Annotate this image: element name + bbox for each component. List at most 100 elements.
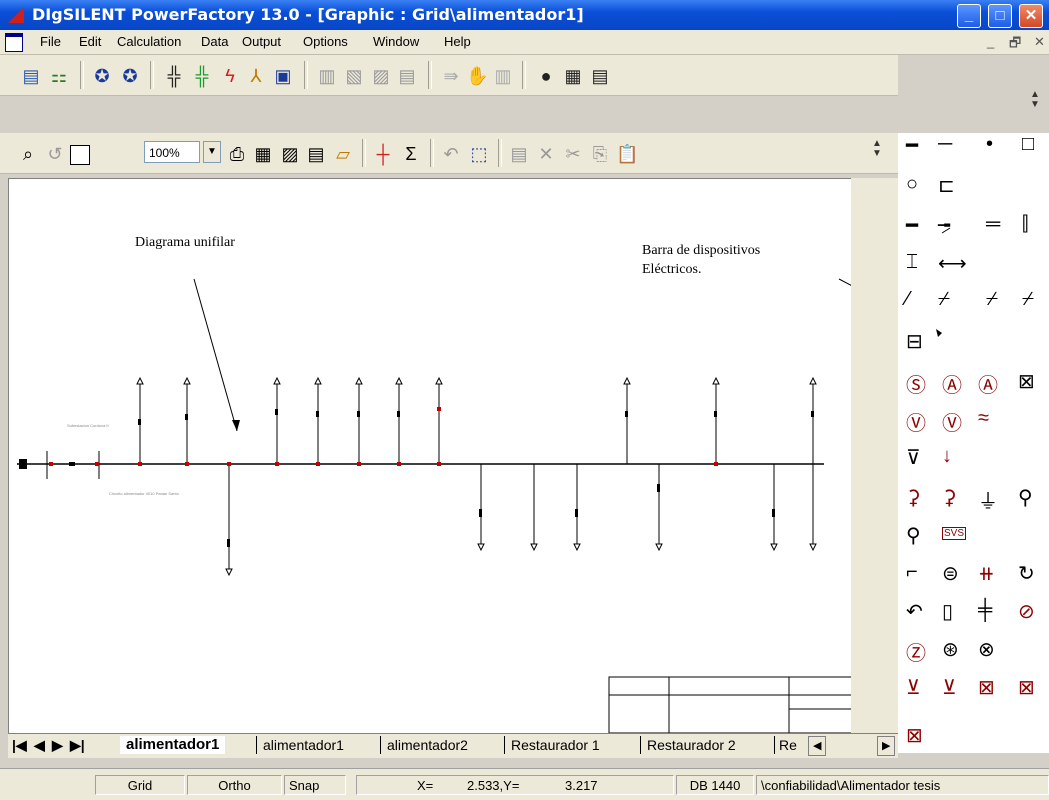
busbar-thin-icon[interactable]: ─ — [938, 133, 952, 156]
tap-changer-icon[interactable]: ↶ — [906, 599, 923, 624]
toolbar-scroll-icon[interactable]: ▲ ▼ — [1030, 90, 1040, 110]
tab-alimentador1[interactable]: alimentador1 — [256, 736, 350, 754]
toolbar-scroll-icon[interactable]: ▲ ▼ — [872, 139, 882, 159]
load-icon[interactable]: ⊽ — [906, 445, 921, 470]
maximize-button[interactable]: □ — [988, 4, 1012, 28]
status-snap[interactable]: Snap — [284, 775, 346, 795]
reactor-icon[interactable]: ⌐ — [906, 561, 918, 584]
tab-next-icon[interactable]: ▶ — [52, 736, 63, 754]
filter-icon[interactable]: ⚲ — [1018, 485, 1033, 510]
paste-icon[interactable]: 📋 — [616, 143, 638, 165]
mdi-minimize-icon[interactable]: _ — [987, 34, 994, 49]
tab-restaurador-1[interactable]: Restaurador 1 — [504, 736, 606, 754]
zoom-back-icon[interactable]: ↺ — [44, 143, 66, 165]
capacitor-icon[interactable]: ▯ — [942, 599, 953, 624]
breaker-busbar-icon[interactable]: ╼ — [938, 213, 950, 238]
harmonics-icon[interactable]: ╬ — [191, 65, 213, 87]
table-icon[interactable]: ▦ — [562, 65, 584, 87]
busbar-thick-icon[interactable]: ━ — [906, 133, 918, 158]
topology-icon[interactable]: ⅄ — [245, 65, 267, 87]
zoom-icon[interactable]: ⌕ — [17, 143, 39, 165]
menu-file[interactable]: File — [40, 34, 61, 49]
fault-icon[interactable]: ϟ — [219, 65, 241, 87]
close-button[interactable]: ✕ — [1019, 4, 1043, 28]
mdi-restore-icon[interactable]: 🗗 — [1009, 34, 1021, 56]
pause-icon[interactable]: ▥ — [492, 65, 514, 87]
insert-node-icon[interactable]: ┼ — [372, 143, 394, 165]
new-graphic-icon[interactable]: ▨ — [279, 143, 301, 165]
menu-edit[interactable]: Edit — [79, 34, 101, 49]
menu-help[interactable]: Help — [444, 34, 471, 49]
parallel-busbar-icon[interactable]: ═ — [986, 213, 1000, 236]
status-ortho[interactable]: Ortho — [187, 775, 282, 795]
menu-calculation[interactable]: Calculation — [117, 34, 181, 49]
terminal-icon[interactable]: • — [986, 133, 993, 156]
load-flow-icon[interactable]: ✪ — [91, 65, 113, 87]
menu-output[interactable]: Output — [242, 34, 281, 49]
motor-load-icon[interactable]: ↓ — [942, 445, 952, 468]
stop-hand-icon[interactable]: ✋ — [466, 65, 488, 87]
rectangle-icon[interactable]: □ — [1022, 133, 1034, 156]
three-winding-icon[interactable]: ⊛ — [942, 637, 959, 662]
circle-icon[interactable]: ○ — [906, 173, 918, 196]
dc-valve-icon[interactable]: ⊠ — [906, 723, 923, 748]
menu-options[interactable]: Options — [303, 34, 348, 49]
rectifier-icon[interactable]: ⊻ — [906, 675, 921, 700]
fuse-icon[interactable]: ⊟ — [906, 329, 923, 354]
tab-re[interactable]: Re — [774, 736, 801, 754]
menu-data[interactable]: Data — [201, 34, 228, 49]
dc-converter-icon[interactable]: ⊠ — [1018, 675, 1035, 700]
tab-last-icon[interactable]: ▶| — [70, 736, 85, 754]
delete-icon[interactable]: ✕ — [535, 143, 557, 165]
open-folder-icon[interactable]: ▱ — [332, 143, 354, 165]
tab-restaurador-2[interactable]: Restaurador 2 — [640, 736, 742, 754]
transformer-icon[interactable]: ⊜ — [942, 561, 959, 586]
edit-variables-icon[interactable]: ⚏ — [48, 65, 70, 87]
scroll-left-icon[interactable]: ◀ — [808, 736, 827, 756]
step-icon[interactable]: ⇛ — [440, 65, 462, 87]
print-icon[interactable]: ⎙ — [226, 143, 248, 165]
booster-icon[interactable]: ⊗ — [978, 637, 995, 662]
tab-alimentador1-active[interactable]: alimentador1 — [120, 736, 226, 754]
voltage-source-icon[interactable]: Ⓥ — [906, 407, 926, 436]
stability-icon[interactable]: ▥ — [316, 65, 338, 87]
minimize-button[interactable]: _ — [957, 4, 981, 28]
sum-icon[interactable]: Σ — [400, 143, 422, 165]
menu-window[interactable]: Window — [373, 34, 419, 49]
edit-data-icon[interactable]: ▤ — [508, 143, 530, 165]
undo-icon[interactable]: ↶ — [440, 143, 462, 165]
cut-icon[interactable]: ✂ — [562, 143, 584, 165]
series-reactor-icon[interactable]: ↻ — [1018, 561, 1035, 586]
coupling-icon[interactable]: ╪ — [978, 599, 992, 622]
switch-fuse-icon[interactable]: ⌿ — [1022, 288, 1034, 311]
short-circuit-icon[interactable]: ✪ — [119, 65, 141, 87]
mdi-close-icon[interactable]: ✕ — [1034, 34, 1045, 50]
shunt-icon[interactable]: ⚳ — [906, 485, 921, 510]
page-icon[interactable] — [70, 145, 90, 165]
doubly-fed-machine-icon[interactable]: Ⓐ — [978, 369, 998, 398]
synchronous-machine-icon[interactable]: Ⓢ — [906, 369, 926, 398]
document-icon[interactable] — [5, 33, 23, 52]
chevron-down-icon[interactable]: ▼ — [203, 141, 221, 163]
network-reduction-icon[interactable]: ╬ — [163, 65, 185, 87]
section-icon[interactable]: ⌶ — [906, 251, 918, 274]
document-copy-icon[interactable]: ▤ — [396, 65, 418, 87]
asynchronous-machine-icon[interactable]: Ⓐ — [942, 369, 962, 398]
line-connector-icon[interactable]: ⟷ — [938, 251, 967, 276]
plot-icon[interactable]: ▨ — [370, 65, 392, 87]
tab-prev-icon[interactable]: ◀ — [34, 736, 45, 754]
switch-icon[interactable]: ⁄ — [906, 288, 909, 311]
svs-machine-icon[interactable]: ⚲ — [906, 523, 921, 548]
report-icon[interactable]: ▣ — [272, 65, 294, 87]
double-busbar-icon[interactable]: ━ — [906, 213, 918, 238]
shunt-filter-icon[interactable]: ⚳ — [942, 485, 957, 510]
current-source-icon[interactable]: Ⓥ — [942, 407, 962, 436]
tab-alimentador2[interactable]: alimentador2 — [380, 736, 474, 754]
phase-shifter-icon[interactable]: ⊘ — [1018, 599, 1035, 624]
status-grid[interactable]: Grid — [95, 775, 185, 795]
pwm-converter-icon[interactable]: ⊠ — [978, 675, 995, 700]
switch-load-icon[interactable]: ⌿ — [986, 288, 998, 311]
coupler-icon[interactable]: ⫿ — [1022, 213, 1028, 236]
output-window-icon[interactable]: ▤ — [589, 65, 611, 87]
select-all-icon[interactable]: ⬚ — [468, 143, 490, 165]
